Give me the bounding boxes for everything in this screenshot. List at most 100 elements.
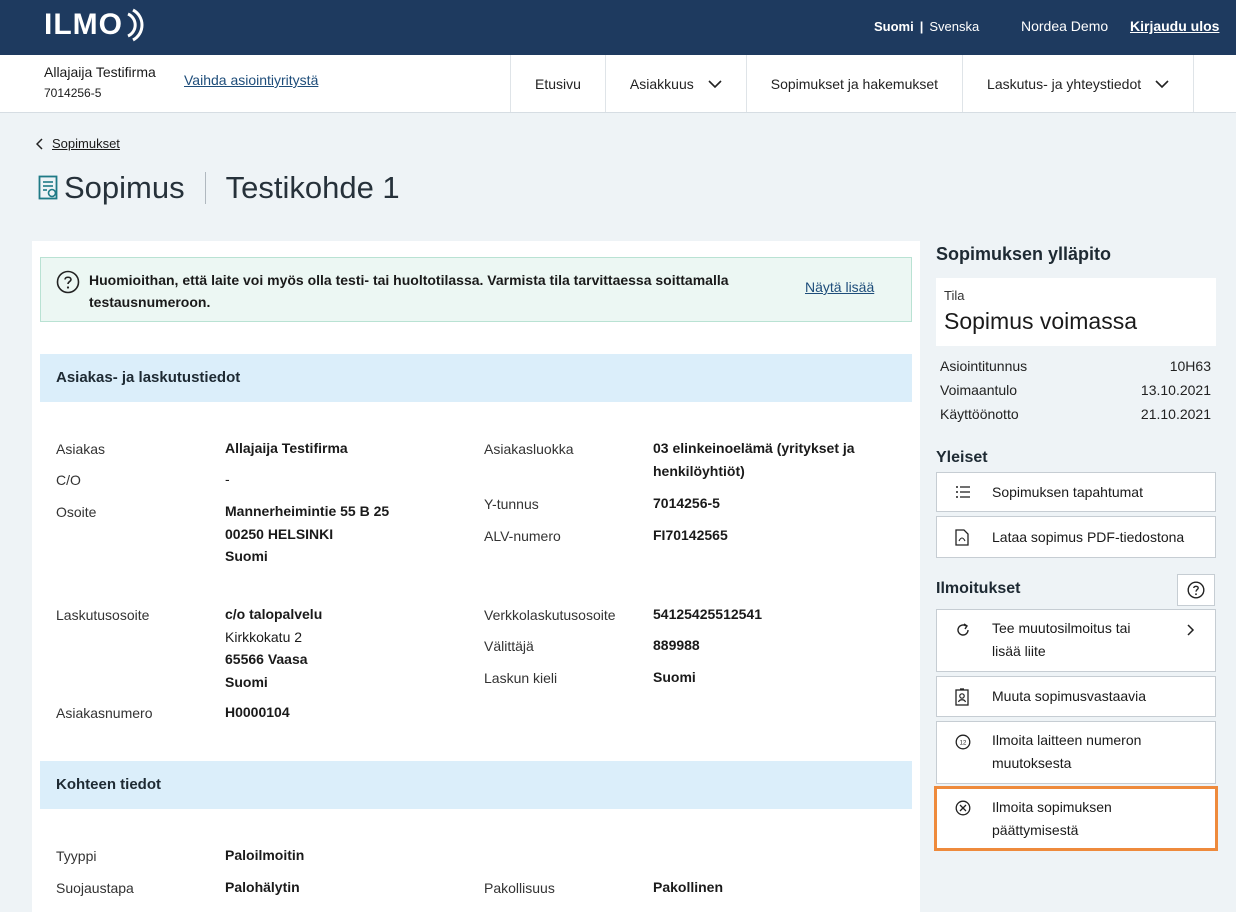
value-asiakas: Allajaija Testifirma bbox=[225, 440, 348, 456]
status-label: Tila bbox=[944, 288, 965, 303]
help-button[interactable] bbox=[1177, 574, 1215, 606]
svg-text:12: 12 bbox=[960, 741, 967, 747]
refresh-icon bbox=[957, 623, 969, 636]
nav-etusivu[interactable]: Etusivu bbox=[510, 55, 605, 112]
list-icon bbox=[956, 486, 970, 498]
nav-sopimukset[interactable]: Sopimukset ja hakemukset bbox=[745, 55, 962, 112]
show-more-link[interactable]: Näytä lisää bbox=[805, 279, 874, 295]
value-laskutusosoite: c/o talopalvelu Kirkkokatu 2 65566 Vaasa… bbox=[225, 603, 322, 693]
download-pdf-button[interactable]: Lataa sopimus PDF-tiedostona bbox=[936, 516, 1216, 558]
company-id: 7014256-5 bbox=[44, 86, 102, 100]
label-verkkolaskutus: Verkkolaskutusosoite bbox=[484, 607, 616, 623]
laskutusosoite-line: 65566 Vaasa bbox=[225, 651, 308, 667]
lang-svenska[interactable]: Svenska bbox=[929, 19, 979, 34]
language-switcher: Suomi | Svenska bbox=[874, 19, 979, 34]
user-name: Nordea Demo bbox=[1021, 18, 1109, 34]
chevron-down-icon bbox=[1155, 79, 1169, 88]
section-customer-header: Asiakas- ja laskutustiedot bbox=[40, 354, 912, 402]
highlight-outline bbox=[934, 786, 1218, 851]
sub-navigation: Allajaija Testifirma 7014256-5 Vaihda as… bbox=[0, 55, 1236, 113]
info-label: Käyttöönotto bbox=[940, 406, 1019, 422]
change-contract-contacts-button[interactable]: Muuta sopimusvastaavia bbox=[936, 676, 1216, 717]
nav-laskutus[interactable]: Laskutus- ja yhteystiedot bbox=[962, 55, 1195, 112]
nav-label: Etusivu bbox=[535, 75, 581, 92]
general-title: Yleiset bbox=[936, 449, 988, 466]
button-label: Tee muutosilmoitus tai lisää liite bbox=[992, 617, 1131, 663]
value-ytunnus: 7014256-5 bbox=[653, 495, 720, 511]
change-notification-button[interactable]: Tee muutosilmoitus tai lisää liite bbox=[936, 609, 1216, 672]
back-link-label: Sopimukset bbox=[52, 136, 120, 151]
button-label: Ilmoita laitteen numeron muutoksesta bbox=[992, 729, 1141, 775]
label-asiakasluokka: Asiakasluokka bbox=[484, 441, 574, 457]
label-valittaja: Välittäjä bbox=[484, 638, 534, 654]
nav-asiakkuus[interactable]: Asiakkuus bbox=[604, 55, 746, 112]
info-label: Asiointitunnus bbox=[940, 358, 1028, 374]
lang-suomi[interactable]: Suomi bbox=[874, 19, 914, 34]
button-label: Muuta sopimusvastaavia bbox=[992, 688, 1147, 704]
question-icon bbox=[1187, 581, 1205, 599]
osoite-line: 00250 HELSINKI bbox=[225, 525, 334, 542]
switch-company-link[interactable]: Vaihda asiointiyritystä bbox=[184, 72, 318, 88]
contract-icon bbox=[38, 175, 58, 200]
button-label: Sopimuksen tapahtumat bbox=[992, 484, 1143, 500]
section-target-header: Kohteen tiedot bbox=[40, 761, 912, 809]
device-number-change-button[interactable]: 12 Ilmoita laitteen numeron muutoksesta bbox=[936, 721, 1216, 784]
laskutusosoite-line: c/o talopalvelu bbox=[225, 606, 323, 622]
label-suojaustapa: Suojaustapa bbox=[56, 880, 134, 896]
notifications-title: Ilmoitukset bbox=[936, 580, 1021, 597]
top-bar: ILMO Suomi | Svenska Nordea Demo Kirjaud… bbox=[0, 0, 1236, 55]
value-verkkolaskutus: 54125425512541 bbox=[653, 606, 763, 622]
chevron-down-icon bbox=[708, 79, 722, 88]
value-laskun-kieli: Suomi bbox=[653, 669, 696, 685]
label-laskutusosoite: Laskutusosoite bbox=[56, 607, 150, 623]
pdf-icon bbox=[955, 529, 969, 546]
info-row: Asiointitunnus 10H63 bbox=[940, 358, 1211, 374]
signal-icon bbox=[127, 8, 144, 42]
back-link[interactable]: Sopimukset bbox=[36, 136, 120, 151]
button-label: Lataa sopimus PDF-tiedostona bbox=[992, 529, 1185, 545]
info-label: Voimaantulo bbox=[940, 382, 1018, 398]
page-title: Sopimus Testikohde 1 bbox=[38, 170, 400, 206]
info-row: Voimaantulo 13.10.2021 bbox=[940, 382, 1211, 398]
company-info: Allajaija Testifirma 7014256-5 bbox=[44, 64, 156, 100]
logout-link[interactable]: Kirjaudu ulos bbox=[1130, 18, 1219, 34]
value-asiakasluokka: 03 elinkeinoelämä (yritykset ja henkilöy… bbox=[653, 437, 855, 482]
label-alv: ALV-numero bbox=[484, 528, 561, 544]
chevron-right-icon bbox=[1187, 624, 1195, 636]
notice-text: Huomioithan, että laite voi myös olla te… bbox=[89, 272, 729, 310]
laskutusosoite-line: Suomi bbox=[225, 673, 268, 690]
value-pakollisuus: Pakollinen bbox=[653, 879, 724, 895]
status-value: Sopimus voimassa bbox=[944, 308, 1138, 334]
ilmo-logo[interactable]: ILMO bbox=[44, 8, 145, 42]
info-value: 13.10.2021 bbox=[1140, 382, 1211, 398]
osoite-line: Suomi bbox=[225, 548, 268, 564]
button-label-line: lisää liite bbox=[992, 643, 1046, 659]
value-alv: FI70142565 bbox=[653, 527, 728, 543]
label-asiakas: Asiakas bbox=[56, 441, 106, 457]
sidebar-title: Sopimuksen ylläpito bbox=[936, 244, 1112, 264]
contract-events-button[interactable]: Sopimuksen tapahtumat bbox=[936, 472, 1216, 512]
title-main: Sopimus bbox=[64, 170, 185, 205]
osoite-line: Mannerheimintie 55 B 25 bbox=[225, 503, 390, 519]
info-value: 21.10.2021 bbox=[1140, 406, 1211, 422]
company-name: Allajaija Testifirma bbox=[44, 64, 156, 80]
nav-label: Asiakkuus bbox=[629, 75, 694, 92]
nav-label: Laskutus- ja yhteystiedot bbox=[987, 75, 1142, 92]
label-co: C/O bbox=[56, 472, 81, 488]
status-card: Tila Sopimus voimassa bbox=[936, 278, 1216, 346]
label-asiakasnumero: Asiakasnumero bbox=[56, 705, 153, 721]
info-row: Käyttöönotto 21.10.2021 bbox=[940, 406, 1211, 422]
main-nav: Etusivu Asiakkuus Sopimukset ja hakemuks… bbox=[510, 55, 1195, 112]
value-asiakasnumero: H0000104 bbox=[225, 704, 290, 720]
logo-text: ILMO bbox=[44, 8, 123, 41]
label-pakollisuus: Pakollisuus bbox=[484, 880, 555, 896]
contact-card-icon bbox=[955, 688, 969, 706]
value-tyyppi: Paloilmoitin bbox=[225, 847, 305, 863]
nav-label: Sopimukset ja hakemukset bbox=[770, 75, 939, 92]
value-osoite: Mannerheimintie 55 B 25 00250 HELSINKI S… bbox=[225, 500, 389, 568]
label-tyyppi: Tyyppi bbox=[56, 848, 97, 864]
number-icon: 12 bbox=[955, 734, 971, 750]
value-suojaustapa: Palohälytin bbox=[225, 879, 300, 895]
value-valittaja: 889988 bbox=[653, 637, 700, 653]
asiakasluokka-line: 03 elinkeinoelämä (yritykset ja bbox=[653, 440, 855, 456]
